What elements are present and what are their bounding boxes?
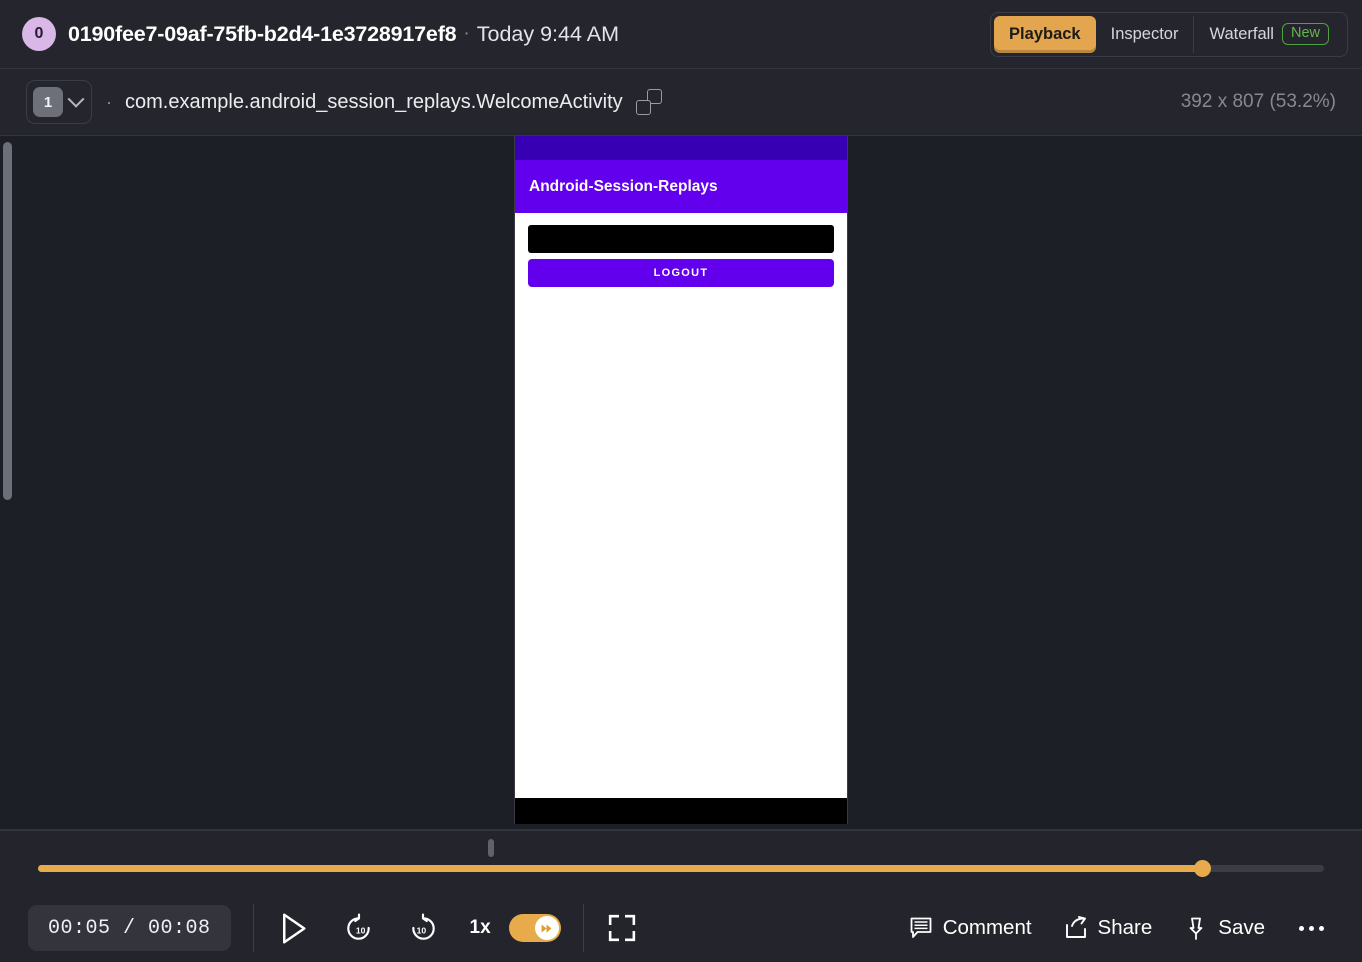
- playback-controls: 00:05 / 00:08 10 10 1x Comment Share Sav…: [0, 893, 1362, 962]
- rewind-10-icon[interactable]: 10: [342, 911, 376, 945]
- subheader-separator: ·: [106, 91, 112, 112]
- segment-number: 1: [33, 87, 63, 117]
- skip-inactivity-toggle[interactable]: [508, 914, 561, 942]
- share-button[interactable]: Share: [1048, 916, 1169, 940]
- device-app-title: Android-Session-Replays: [529, 177, 718, 195]
- page-title: 0190fee7-09af-75fb-b2d4-1e3728917ef8: [68, 21, 457, 46]
- session-header: 0 0190fee7-09af-75fb-b2d4-1e3728917ef8 ·…: [0, 0, 1362, 69]
- time-display: 00:05 / 00:08: [28, 905, 231, 951]
- device-nav-bar: [515, 798, 847, 824]
- share-label: Share: [1097, 916, 1153, 939]
- ellipsis-dot-3: [1319, 925, 1324, 931]
- stage-scrollbar[interactable]: [3, 142, 12, 500]
- playback-speed-button[interactable]: 1x: [470, 917, 491, 939]
- forward-10-icon[interactable]: 10: [406, 911, 440, 945]
- tab-inspector[interactable]: Inspector: [1096, 16, 1194, 53]
- replay-device-frame: Android-Session-Replays LOGOUT: [514, 136, 848, 824]
- ellipsis-dot-1: [1299, 925, 1304, 931]
- logout-button[interactable]: LOGOUT: [528, 259, 834, 287]
- tab-waterfall-label: Waterfall: [1209, 24, 1274, 43]
- session-date: Today 9:44 AM: [476, 21, 619, 46]
- timeline-handle[interactable]: [1193, 860, 1211, 877]
- controls-divider-left: [252, 904, 254, 952]
- session-replay-player: 0 0190fee7-09af-75fb-b2d4-1e3728917ef8 ·…: [0, 0, 1362, 962]
- copy-icon[interactable]: [635, 89, 662, 115]
- device-app-bar: Android-Session-Replays: [515, 160, 847, 213]
- comment-label: Comment: [942, 916, 1032, 939]
- timeline-progress-fill: [38, 865, 1202, 872]
- controls-divider-right: [582, 904, 584, 952]
- device-content: LOGOUT: [515, 213, 847, 798]
- timeline-scrubber[interactable]: [38, 860, 1324, 877]
- svg-text:10: 10: [416, 925, 426, 935]
- tab-inspector-label: Inspector: [1110, 24, 1179, 43]
- device-status-bar: [515, 136, 847, 160]
- ellipsis-dot-2: [1309, 925, 1314, 931]
- svg-text:10: 10: [355, 925, 365, 935]
- activity-name: com.example.android_session_replays.Welc…: [125, 90, 623, 113]
- replay-stage: Android-Session-Replays LOGOUT: [0, 136, 1362, 830]
- timeline-event-marker[interactable]: [488, 839, 495, 857]
- tab-waterfall[interactable]: Waterfall New: [1193, 15, 1344, 53]
- masked-input-field[interactable]: [528, 225, 834, 253]
- tab-playback-label: Playback: [1009, 24, 1081, 43]
- copy-icon-front: [635, 100, 651, 115]
- fullscreen-icon[interactable]: [606, 912, 638, 944]
- chevron-down-icon: [67, 90, 85, 108]
- ellipsis-icon[interactable]: [1281, 925, 1336, 931]
- play-icon[interactable]: [276, 909, 310, 947]
- fast-forward-icon: [534, 916, 559, 940]
- replay-subheader: 1 · com.example.android_session_replays.…: [0, 69, 1362, 136]
- save-label: Save: [1218, 916, 1265, 939]
- playback-bar: 00:05 / 00:08 10 10 1x Comment Share Sav…: [0, 830, 1362, 962]
- share-icon: [1064, 916, 1088, 940]
- new-badge: New: [1281, 23, 1329, 45]
- tab-playback[interactable]: Playback: [994, 15, 1096, 53]
- save-button[interactable]: Save: [1168, 916, 1281, 940]
- avatar: 0: [22, 17, 56, 51]
- view-tabs: Playback Inspector Waterfall New: [990, 11, 1348, 57]
- segment-selector[interactable]: 1: [26, 80, 92, 124]
- comment-icon: [909, 916, 933, 940]
- resolution-label: 392 x 807 (53.2%): [1180, 91, 1336, 112]
- pin-icon: [1184, 916, 1208, 940]
- comment-button[interactable]: Comment: [893, 916, 1048, 940]
- header-separator: ·: [463, 23, 470, 44]
- replay-actions: Comment Share Save: [893, 916, 1336, 940]
